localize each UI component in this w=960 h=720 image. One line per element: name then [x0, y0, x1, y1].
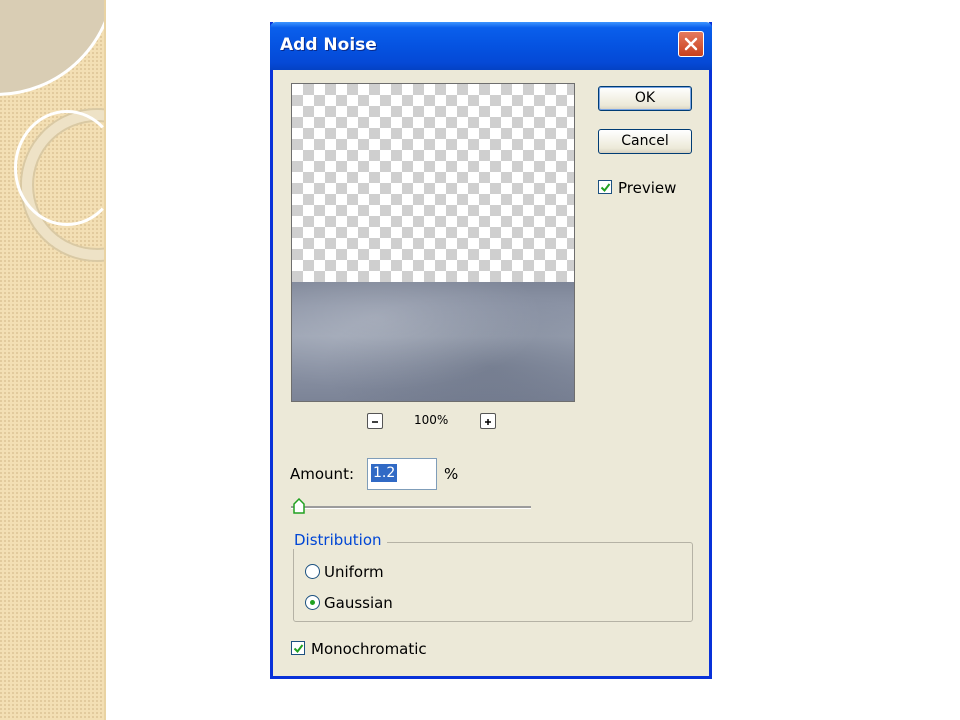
preview-area[interactable] [291, 83, 575, 402]
distribution-legend: Distribution [289, 531, 387, 549]
checkmark-icon [293, 644, 304, 654]
decorative-shape [0, 0, 104, 96]
zoom-in-button[interactable] [480, 413, 496, 429]
close-button[interactable] [678, 31, 704, 57]
amount-slider-track[interactable] [291, 506, 531, 509]
dialog-title: Add Noise [280, 35, 377, 55]
zoom-out-icon [372, 421, 378, 423]
title-bar[interactable]: Add Noise [270, 22, 712, 70]
amount-label: Amount: [290, 465, 354, 483]
preview-image [292, 282, 574, 401]
amount-unit: % [444, 465, 459, 483]
amount-input[interactable]: 1.2 [367, 458, 437, 490]
zoom-level: 100% [414, 413, 449, 427]
gaussian-radio[interactable] [305, 595, 320, 610]
preview-label: Preview [618, 179, 677, 197]
uniform-radio[interactable] [305, 564, 320, 579]
preview-checkbox[interactable] [598, 180, 612, 194]
cancel-button[interactable]: Cancel [598, 129, 692, 154]
radio-selected-dot [310, 600, 315, 605]
monochromatic-checkbox[interactable] [291, 641, 305, 655]
amount-value: 1.2 [371, 464, 398, 482]
add-noise-dialog: Add Noise 100% OK Cancel Preview Amount:… [270, 22, 712, 679]
slider-thumb-icon[interactable] [293, 498, 305, 514]
uniform-label: Uniform [324, 563, 384, 581]
close-icon [684, 37, 698, 51]
monochromatic-label: Monochromatic [311, 640, 427, 658]
zoom-in-icon [485, 419, 491, 425]
decorative-side-panel [0, 0, 106, 720]
checkmark-icon [600, 183, 611, 193]
gaussian-label: Gaussian [324, 594, 393, 612]
ok-button[interactable]: OK [598, 86, 692, 111]
zoom-out-button[interactable] [367, 413, 383, 429]
